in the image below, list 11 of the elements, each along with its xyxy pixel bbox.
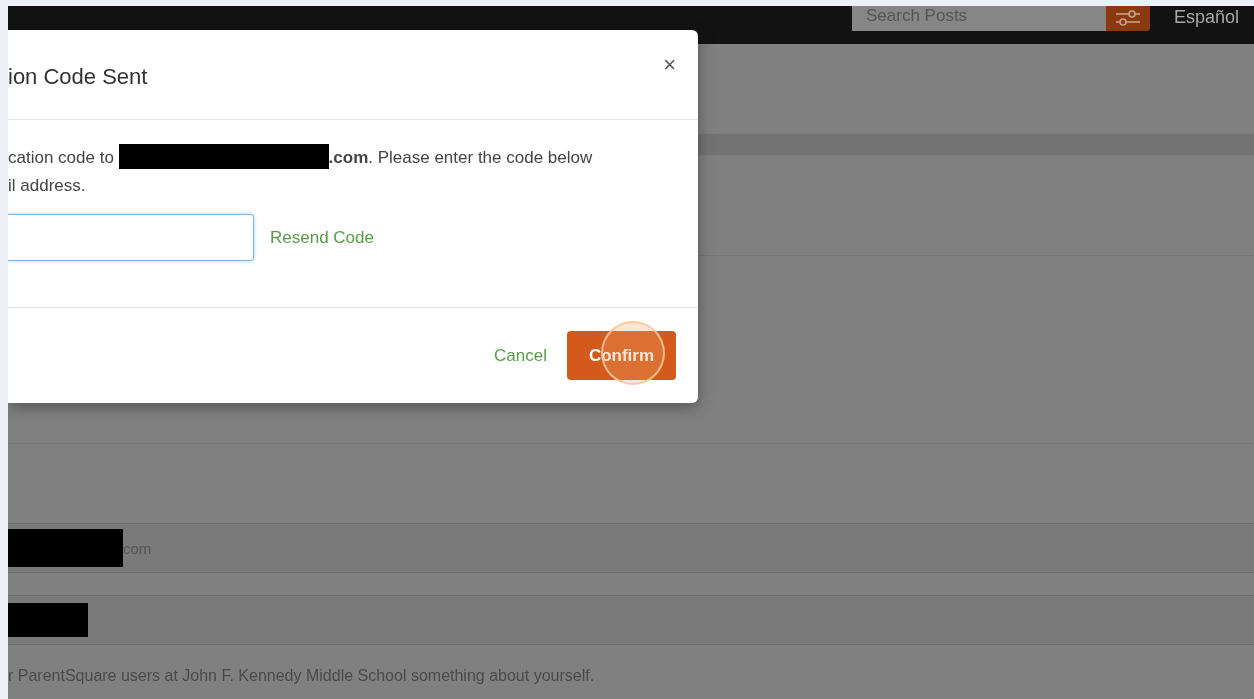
code-input-field[interactable] [8,214,254,261]
dialog-title: ion Code Sent [8,64,148,90]
confirm-button[interactable]: Confirm [567,331,676,380]
message-text: cation code to .com. Please enter the code below il address. [8,144,698,200]
name-field[interactable] [8,595,1254,645]
resend-code-link[interactable]: Resend Code [270,227,374,248]
close-button[interactable]: × [659,52,680,78]
cancel-link[interactable]: Cancel [494,345,547,366]
language-link[interactable]: Español [1174,7,1240,28]
filter-button[interactable] [1106,6,1150,31]
sliders-icon [1115,8,1141,28]
